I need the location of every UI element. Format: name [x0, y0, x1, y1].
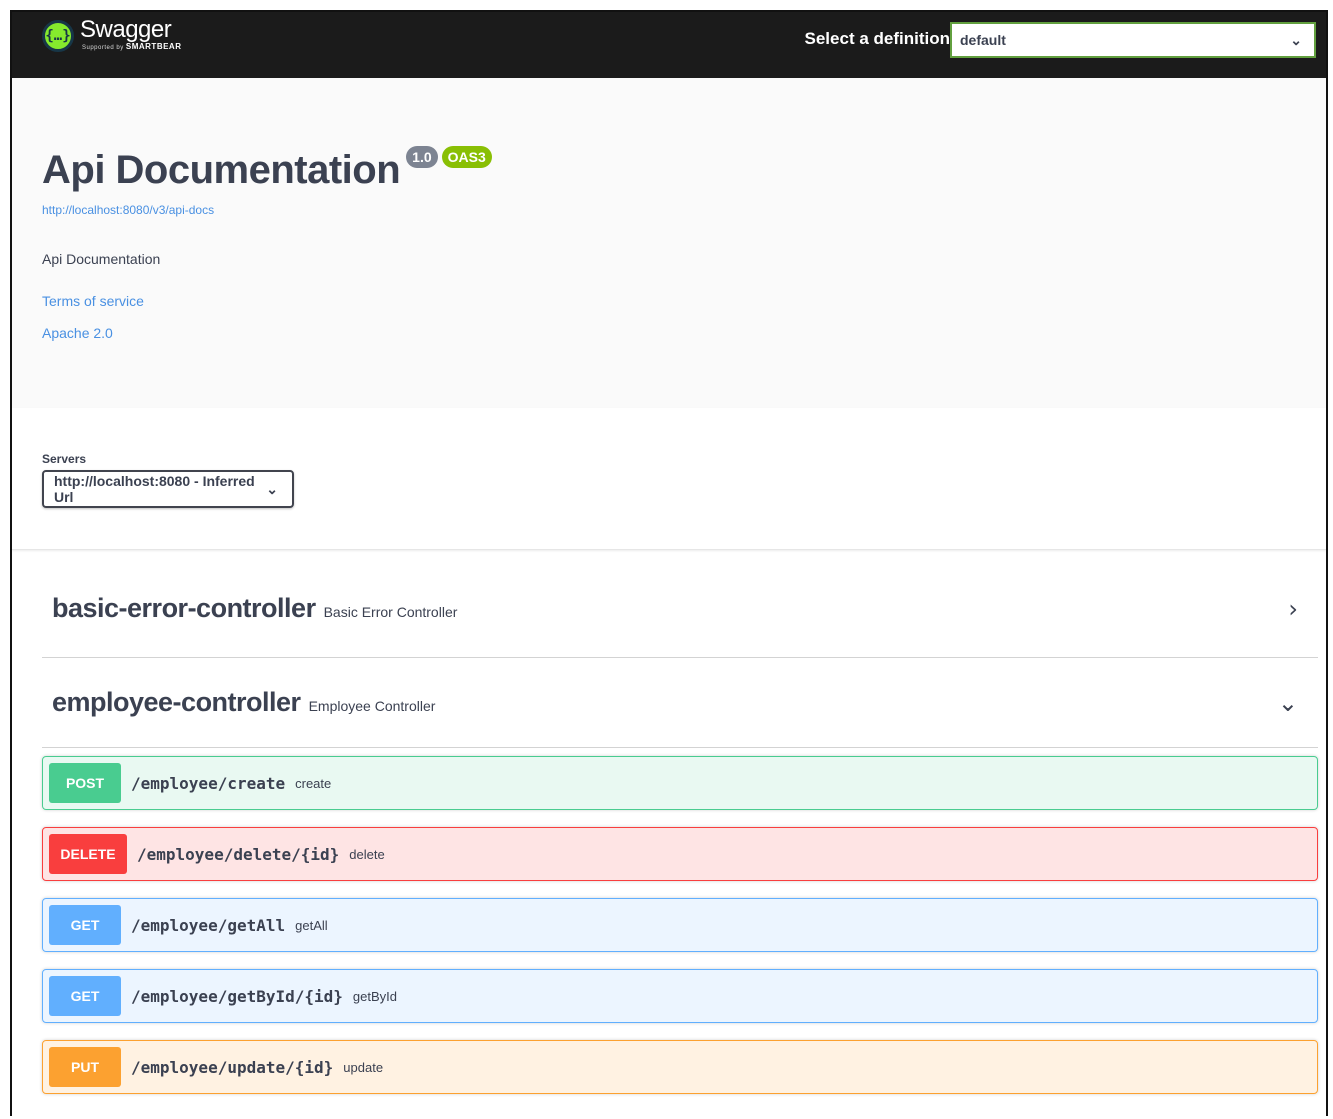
method-badge: POST [49, 763, 121, 803]
definition-select-value: default [960, 32, 1006, 48]
version-badge: 1.0 [406, 146, 438, 168]
method-badge: PUT [49, 1047, 121, 1087]
operations-list: POST /employee/create create DELETE /emp… [42, 748, 1318, 1094]
tag-description: Basic Error Controller [323, 604, 458, 620]
servers-section: Servers http://localhost:8080 - Inferred… [12, 408, 1326, 550]
servers-select-value: http://localhost:8080 - Inferred Url [54, 473, 255, 505]
operation-delete-employee[interactable]: DELETE /employee/delete/{id} delete [42, 827, 1318, 881]
operation-post-employee-create[interactable]: POST /employee/create create [42, 756, 1318, 810]
swagger-logo-icon: {…} [42, 20, 74, 52]
chevron-right-icon: › [1288, 594, 1298, 623]
page-title: Api Documentation [42, 148, 401, 192]
operation-path: /employee/update/{id} [131, 1057, 334, 1077]
method-badge: DELETE [49, 834, 127, 874]
oas-badge: OAS3 [441, 146, 492, 168]
operation-put-employee-update[interactable]: PUT /employee/update/{id} update [42, 1040, 1318, 1094]
definition-select[interactable]: default ⌄ [950, 22, 1316, 58]
servers-label: Servers [42, 452, 87, 466]
tag-name: basic-error-controller [52, 593, 316, 623]
tag-employee-controller[interactable]: employee-controller Employee Controller … [42, 658, 1318, 748]
tag-name: employee-controller [52, 687, 301, 717]
operation-get-employee-getall[interactable]: GET /employee/getAll getAll [42, 898, 1318, 952]
swagger-logo[interactable]: {…} Swagger Supported by SMARTBEAR [42, 17, 182, 52]
tags-section: basic-error-controller Basic Error Contr… [12, 550, 1326, 1094]
operation-summary: delete [349, 846, 385, 862]
servers-select[interactable]: http://localhost:8080 - Inferred Url ⌄ [42, 470, 294, 508]
operation-path: /employee/getAll [131, 915, 286, 935]
info-section: Api Documentation 1.0 OAS3 http://localh… [12, 78, 1326, 408]
logo-tagline: Supported by SMARTBEAR [82, 41, 182, 51]
logo-wordmark: Swagger [80, 15, 172, 43]
tag-basic-error-controller[interactable]: basic-error-controller Basic Error Contr… [42, 550, 1318, 658]
method-badge: GET [49, 905, 121, 945]
operation-path: /employee/delete/{id} [137, 844, 340, 864]
tag-description: Employee Controller [308, 698, 436, 714]
operation-summary: getAll [295, 917, 328, 933]
top-bar: {…} Swagger Supported by SMARTBEAR Selec… [12, 12, 1326, 78]
operation-path: /employee/getById/{id} [131, 986, 343, 1006]
method-badge: GET [49, 976, 121, 1016]
definition-label: Select a definition [804, 29, 950, 48]
operation-get-employee-getbyid[interactable]: GET /employee/getById/{id} getById [42, 969, 1318, 1023]
chevron-down-icon: ⌄ [266, 480, 278, 497]
spec-url-link[interactable]: http://localhost:8080/v3/api-docs [42, 203, 1326, 217]
terms-of-service-link[interactable]: Terms of service [42, 293, 1326, 309]
chevron-down-icon: ⌄ [1277, 688, 1298, 717]
swagger-ui-page: {…} Swagger Supported by SMARTBEAR Selec… [10, 10, 1328, 1116]
api-description: Api Documentation [42, 251, 161, 267]
chevron-down-icon: ⌄ [1290, 31, 1302, 48]
operation-summary: update [343, 1059, 384, 1075]
license-link[interactable]: Apache 2.0 [42, 325, 1326, 341]
operation-summary: getById [352, 988, 398, 1004]
operation-summary: create [295, 775, 332, 791]
operation-path: /employee/create [131, 773, 286, 793]
